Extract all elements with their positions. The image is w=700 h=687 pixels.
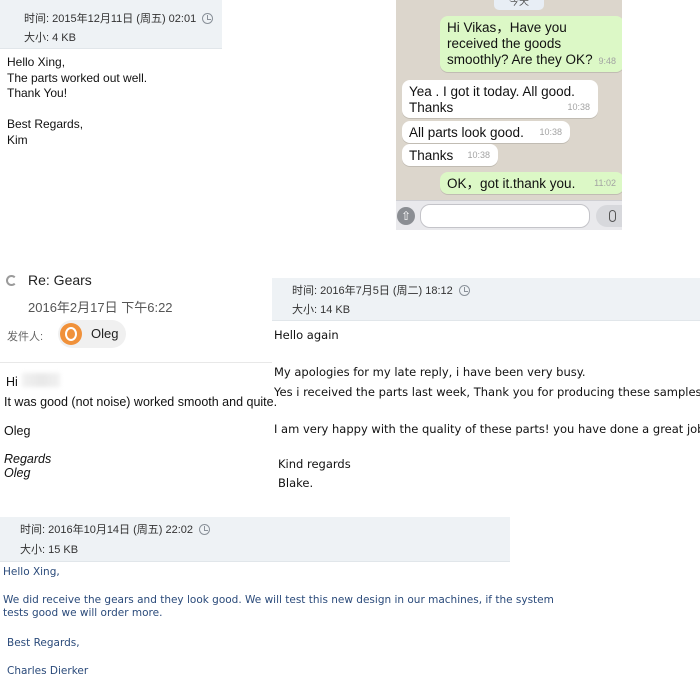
chat-message-in[interactable]: All parts look good. 10:38 — [402, 121, 570, 143]
chat-message-text: All parts look good. — [409, 125, 524, 140]
microphone-icon[interactable] — [596, 205, 622, 227]
chat-date-chip: 今天 — [494, 0, 544, 10]
email1-line: Kim — [7, 132, 28, 147]
chat-message-time: 10:38 — [567, 102, 590, 112]
redacted-name — [22, 373, 60, 387]
email1-time: 时间: 2015年12月11日 (周五) 02:01 — [24, 10, 214, 26]
history-clock-icon[interactable] — [199, 524, 211, 535]
email4-size: 大小: 15 KB — [20, 544, 79, 556]
avatar — [60, 323, 82, 345]
email3-regards: Kind regards — [278, 457, 351, 471]
email4-time: 时间: 2016年10月14日 (周五) 22:02 — [20, 521, 211, 537]
email1-time-text: 时间: 2015年12月11日 (周五) 02:01 — [24, 13, 197, 25]
email3-greeting: Hello again — [274, 328, 339, 342]
chat-message-in[interactable]: Thanks 10:38 — [402, 144, 498, 166]
email4-signature: Charles Dierker — [7, 665, 89, 677]
email1-line: The parts worked out well. — [7, 70, 148, 85]
email3-line3: I am very happy with the quality of thes… — [274, 422, 700, 436]
history-clock-icon[interactable] — [202, 13, 214, 24]
history-clock-icon[interactable] — [458, 285, 470, 296]
email2-signature: Oleg — [4, 466, 31, 480]
email1-header: 时间: 2015年12月11日 (周五) 02:01 大小: 4 KB — [0, 0, 222, 49]
email4-header: 时间: 2016年10月14日 (周五) 22:02 大小: 15 KB — [0, 517, 510, 562]
chat-message-time: 11:02 — [594, 178, 616, 188]
chat-message-time: 9:48 — [598, 56, 616, 66]
chat-message-time: 10:38 — [539, 127, 562, 137]
email3-line2: Yes i received the parts last week, Than… — [274, 385, 700, 399]
chat-message-text: Thanks — [409, 148, 454, 163]
email2-date: 2016年2月17日 下午6:22 — [28, 300, 173, 315]
email1-line: Hello Xing, — [7, 55, 66, 69]
divider — [0, 362, 272, 363]
email3-header: 时间: 2016年7月5日 (周二) 18:12 大小: 14 KB — [272, 278, 700, 321]
email1-size: 大小: 4 KB — [24, 32, 76, 44]
email2-regards: Regards — [4, 452, 52, 466]
email4-line1: We did receive the gears and they look g… — [3, 594, 554, 606]
upload-arrow-icon[interactable]: ⇧ — [397, 207, 415, 225]
chat-input-bar: ⇧ — [396, 200, 622, 230]
chat-message-out[interactable]: OK，got it.thank you. 11:02 — [440, 172, 622, 194]
email1-line: Thank You! — [7, 86, 68, 100]
email1-line: Best Regards, — [7, 117, 84, 131]
sender-chip[interactable]: Oleg — [58, 320, 126, 348]
email4-regards: Best Regards, — [7, 637, 80, 649]
chat-message-text: OK，got it.thank you. — [447, 176, 576, 191]
email2-greeting: Hi — [6, 375, 18, 389]
email3-line1: My apologies for my late reply, i have b… — [274, 365, 586, 379]
email4-greeting: Hello Xing, — [3, 566, 60, 578]
email2-subject: Re: Gears — [28, 272, 92, 288]
chat-message-in[interactable]: Yea . I got it today. All good. Thanks 1… — [402, 80, 598, 118]
chat-window: 今天 Hi Vikas，Have you received the goods … — [396, 0, 622, 230]
email3-signature: Blake. — [278, 476, 314, 490]
loading-icon — [6, 275, 17, 286]
email4-time-text: 时间: 2016年10月14日 (周五) 22:02 — [20, 524, 194, 536]
email2-line1: It was good (not noise) worked smooth an… — [4, 395, 278, 409]
chat-message-time: 10:38 — [467, 150, 490, 160]
email3-time: 时间: 2016年7月5日 (周二) 18:12 — [292, 282, 470, 298]
email2-line2: Oleg — [4, 424, 31, 438]
chat-message-text: Hi Vikas，Have you received the goods smo… — [447, 20, 593, 67]
email1-body: Hello Xing, The parts worked out well. T… — [7, 55, 147, 148]
email2-panel: Re: Gears 2016年2月17日 下午6:22 发件人: Oleg Hi… — [0, 262, 277, 490]
email2-from-label: 发件人: — [7, 331, 44, 343]
message-input[interactable] — [420, 204, 590, 228]
email3-time-text: 时间: 2016年7月5日 (周二) 18:12 — [292, 285, 453, 297]
chat-message-out[interactable]: Hi Vikas，Have you received the goods smo… — [440, 16, 622, 72]
sender-name: Oleg — [91, 326, 119, 341]
email4-line2: tests good we will order more. — [3, 607, 163, 619]
email3-size: 大小: 14 KB — [292, 304, 351, 316]
avatar-letter-icon — [65, 327, 77, 341]
chat-message-text: Yea . I got it today. All good. Thanks — [409, 84, 575, 115]
